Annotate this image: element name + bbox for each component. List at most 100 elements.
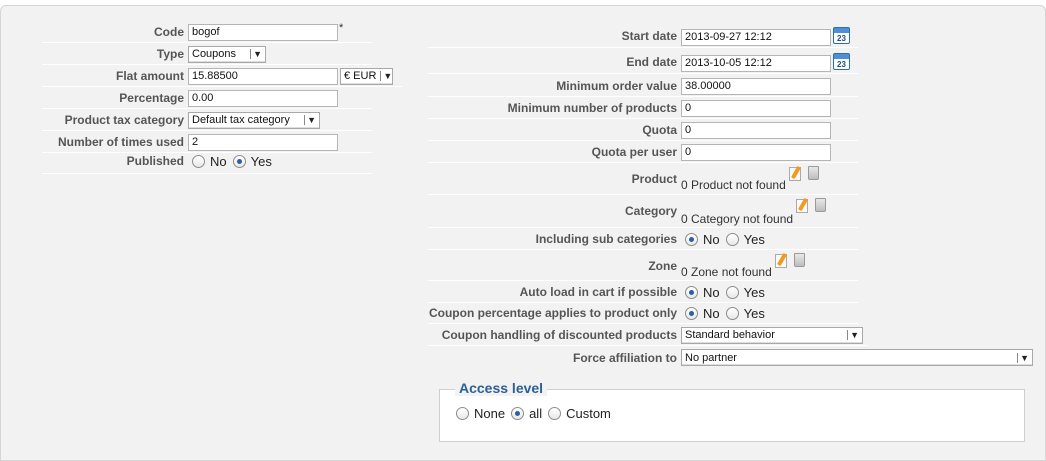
access-level-fieldset: None all Custom [439,389,1025,442]
access-level-options: None all Custom [456,406,617,421]
discounted-handling-row: Coupon handling of discounted products S… [428,325,868,346]
affiliation-label: Force affiliation to [572,350,677,365]
auto-load-row: Auto load in cart if possible No Yes [428,282,858,303]
flat-amount-input[interactable]: 15.88500 [188,67,338,85]
published-yes-radio[interactable]: Yes [232,154,272,169]
flat-amount-label: Flat amount [116,69,184,83]
affiliation-select[interactable]: No partner ▼ [681,349,1033,366]
radio-on-icon [685,306,698,320]
min-products-input[interactable]: 0 [681,99,831,117]
code-label: Code [154,25,184,39]
end-date-label: End date [626,54,677,69]
access-all-radio[interactable]: all [511,406,542,421]
code-input[interactable]: bogof [188,23,338,41]
calendar-icon[interactable]: 23 [833,53,850,70]
radio-on-icon [685,285,698,299]
required-marker: * [339,22,344,34]
category-value: 0 Category not found [681,211,794,226]
times-used-label: Number of times used [57,135,184,149]
zone-row: Zone 0 Zone not found [428,251,858,281]
tax-category-select[interactable]: Default tax category ▼ [188,111,320,129]
end-date-row: End date 2013-10-05 12:12 23 [428,50,858,74]
auto-load-no-radio[interactable]: No [685,285,720,300]
category-row: Category 0 Category not found [428,196,858,228]
type-label: Type [156,47,184,61]
product-label: Product [631,172,677,186]
quota-user-row: Quota per user 0 [428,142,858,163]
published-row: Published No Yes [42,154,372,174]
affiliation-row: Force affiliation to No partner ▼ [428,347,1038,368]
radio-label: No [703,305,720,321]
chevron-down-icon: ▼ [847,330,859,340]
start-date-input[interactable]: 2013-09-27 12:12 [681,29,831,46]
pct-product-only-yes-radio[interactable]: Yes [725,306,765,321]
access-level-legend: Access level [455,380,548,396]
end-date-input[interactable]: 2013-10-05 12:12 [681,55,831,72]
product-row: Product 0 Product not found [428,164,858,195]
sub-categories-row: Including sub categories No Yes [428,229,858,250]
start-date-label: Start date [621,28,677,43]
tax-category-value: Default tax category [192,114,290,126]
quota-user-label: Quota per user [591,145,677,159]
pct-product-only-no-radio[interactable]: No [685,306,720,321]
tax-category-label: Product tax category [64,113,184,127]
delete-icon[interactable] [815,198,827,212]
auto-load-label: Auto load in cart if possible [519,285,677,299]
percentage-input[interactable]: 0.00 [188,89,338,107]
radio-label: all [529,406,543,421]
published-no-radio[interactable]: No [192,154,227,169]
times-used-input[interactable]: 2 [188,133,338,151]
discounted-handling-value: Standard behavior [685,329,775,341]
radio-on-icon [685,232,698,246]
radio-label: Yes [250,154,272,169]
radio-off-icon [725,232,739,246]
quota-label: Quota [642,123,677,137]
min-order-label: Minimum order value [556,79,677,93]
radio-label: No [210,154,227,169]
quota-row: Quota 0 [428,120,858,141]
quota-input[interactable]: 0 [681,121,831,139]
zone-label: Zone [648,259,677,273]
min-products-label: Minimum number of products [507,101,677,115]
pct-product-only-label: Coupon percentage applies to product onl… [428,306,677,320]
access-none-radio[interactable]: None [456,406,505,421]
discounted-handling-label: Coupon handling of discounted products [441,328,677,342]
sub-categories-no-radio[interactable]: No [685,232,720,247]
radio-on-icon [511,407,525,420]
min-order-row: Minimum order value 38.00000 [428,76,858,97]
start-date-row: Start date 2013-09-27 12:12 23 [428,24,858,48]
min-order-input[interactable]: 38.00000 [681,77,831,95]
chevron-down-icon: ▼ [1017,352,1029,363]
currency-select[interactable]: € EUR ▼ [340,67,393,85]
radio-off-icon [456,407,469,420]
radio-label: Yes [743,231,765,247]
delete-icon[interactable] [793,253,805,267]
tax-category-row: Product tax category Default tax categor… [42,110,372,131]
type-select-value: Coupons [192,48,237,60]
flat-amount-row: Flat amount 15.88500 € EUR ▼ [42,66,402,87]
delete-icon[interactable] [807,166,819,180]
edit-icon[interactable] [795,198,809,213]
chevron-down-icon: ▼ [304,115,316,125]
currency-select-value: € EUR [344,70,377,82]
pct-product-only-row: Coupon percentage applies to product onl… [428,303,858,324]
radio-on-icon [232,155,246,168]
calendar-icon[interactable]: 23 [833,27,850,44]
affiliation-value: No partner [685,351,737,364]
access-custom-radio[interactable]: Custom [548,406,611,421]
edit-icon[interactable] [788,166,802,181]
percentage-label: Percentage [119,91,184,105]
chevron-down-icon: ▼ [380,71,392,81]
sub-categories-label: Including sub categories [535,232,677,246]
radio-off-icon [548,407,562,420]
sub-categories-yes-radio[interactable]: Yes [725,231,765,247]
discounted-handling-select[interactable]: Standard behavior ▼ [681,326,863,344]
radio-off-icon [725,285,739,299]
type-select[interactable]: Coupons ▼ [188,45,266,63]
quota-user-input[interactable]: 0 [681,143,831,161]
radio-label: No [703,284,720,300]
edit-icon[interactable] [774,253,788,268]
radio-label: Yes [743,284,765,300]
auto-load-yes-radio[interactable]: Yes [725,284,765,300]
times-used-row: Number of times used 2 [42,132,372,153]
